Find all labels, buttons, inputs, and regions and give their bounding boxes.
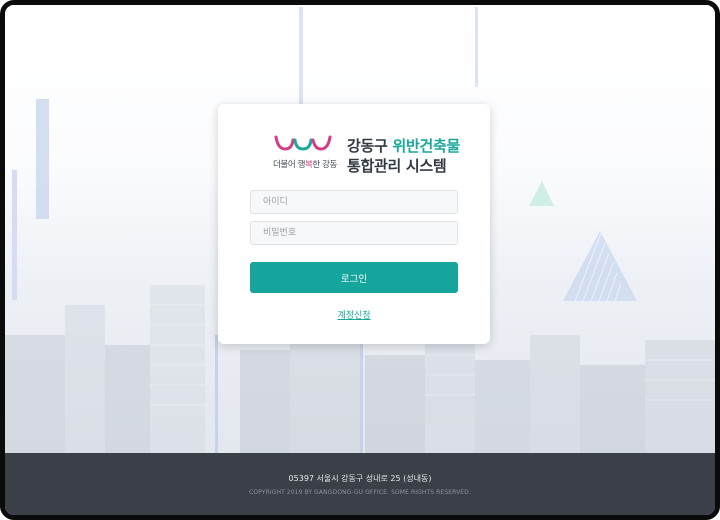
district-logo: 더불어 행복한 강동 — [273, 132, 337, 176]
title-line-1: 강동구 위반건축물 — [347, 136, 460, 156]
system-title: 강동구 위반건축물 통합관리 시스템 — [347, 136, 460, 176]
logo-mark-icon — [274, 135, 332, 151]
title-highlight: 위반건축물 — [392, 137, 460, 155]
login-button[interactable]: 로그인 — [250, 262, 458, 293]
footer: 05397 서울시 강동구 성내로 25 (성내동) COPYRIGHT 201… — [5, 453, 715, 515]
password-input[interactable] — [250, 221, 458, 245]
app-window: 더불어 행복한 강동 강동구 위반건축물 통합관리 시스템 로그인 계정신청 0… — [0, 0, 720, 520]
slogan-text-1: 더불어 행 — [273, 160, 305, 170]
footer-address: 05397 서울시 강동구 성내로 25 (성내동) — [288, 474, 432, 483]
title-district: 강동구 — [347, 137, 393, 155]
footer-copyright: COPYRIGHT 2019 BY GANGDONG-GU OFFICE. SO… — [249, 489, 471, 496]
account-request-link[interactable]: 계정신청 — [327, 308, 381, 321]
title-line-2: 통합관리 시스템 — [347, 157, 447, 175]
user-id-input[interactable] — [250, 190, 458, 214]
logo-slogan: 더불어 행복한 강동 — [273, 158, 337, 170]
slogan-text-2: 한 강동 — [312, 160, 337, 170]
